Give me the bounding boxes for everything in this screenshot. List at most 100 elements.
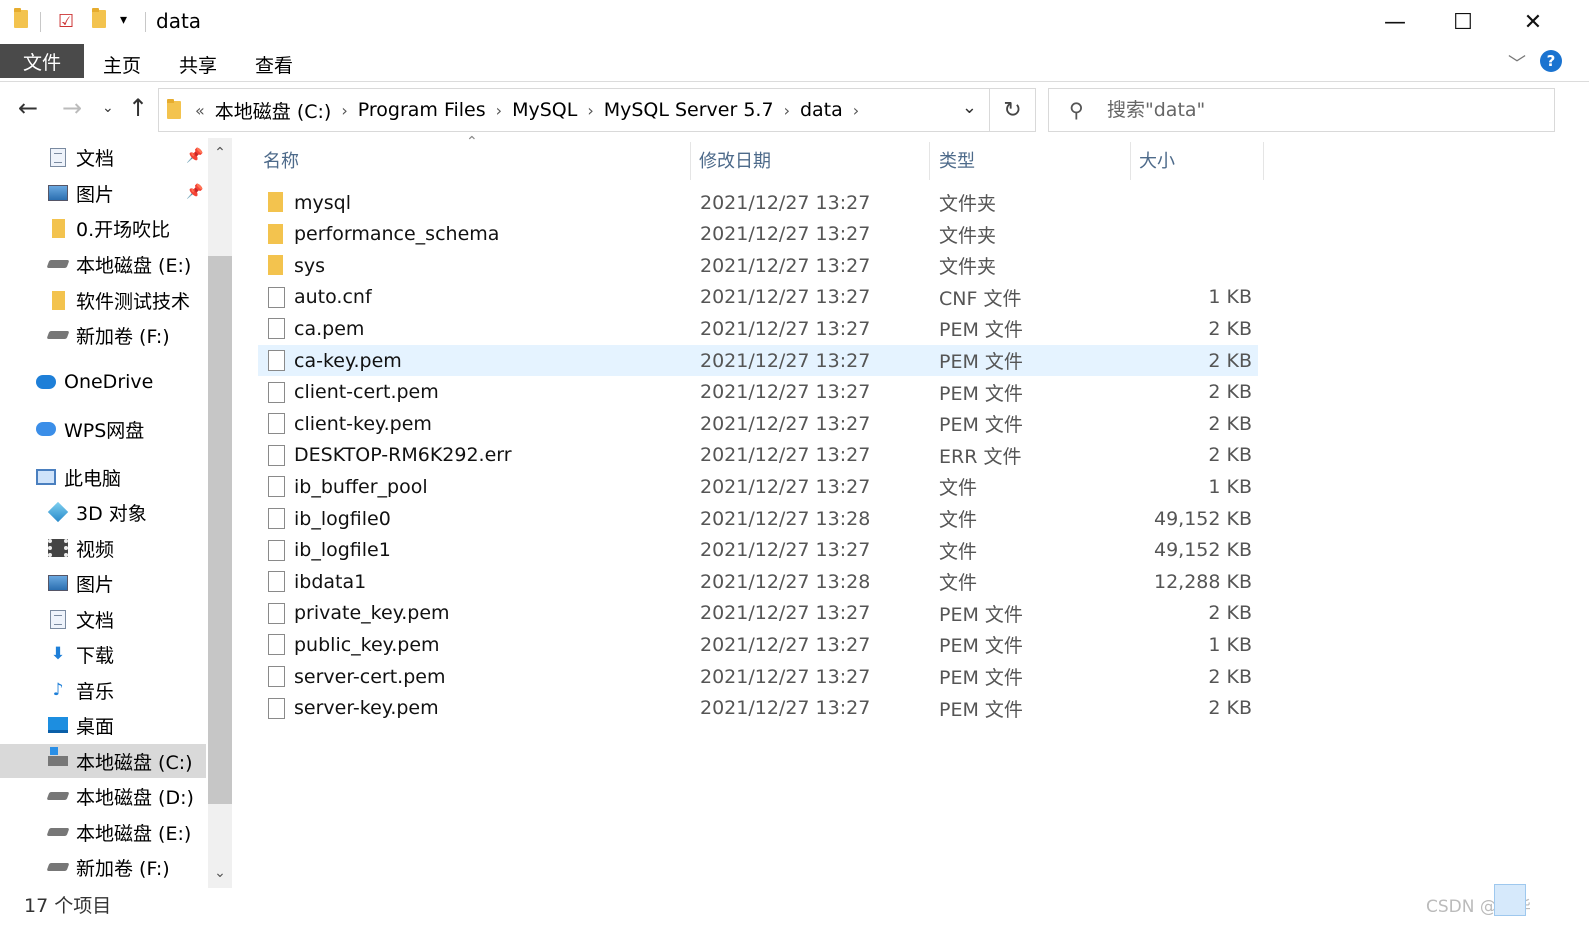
sidebar-item-drive-d[interactable]: 本地磁盘 (D:) (46, 779, 194, 813)
pin-icon[interactable]: 📌 (186, 148, 203, 164)
tab-home[interactable]: 主页 (100, 48, 144, 80)
status-bar: 17 个项目 CSDN @栖毕 (0, 884, 1589, 932)
sidebar-item-drive-e-quick[interactable]: 本地磁盘 (E:) (46, 247, 191, 281)
column-divider[interactable] (929, 142, 930, 180)
file-size: 1 KB (1208, 475, 1252, 498)
sidebar-item-wps-cloud[interactable]: WPS网盘 (36, 412, 144, 446)
properties-icon[interactable]: ☑ (58, 11, 74, 32)
file-row[interactable]: mysql 2021/12/27 13:27 文件夹 (258, 187, 1258, 218)
sidebar-item-desktop[interactable]: 桌面 (48, 708, 114, 742)
file-row[interactable]: server-key.pem 2021/12/27 13:27 PEM 文件 2 KB (258, 693, 1258, 724)
tab-view[interactable]: 查看 (252, 48, 296, 80)
file-row[interactable]: DESKTOP-RM6K292.err 2021/12/27 13:27 ERR 文… (258, 440, 1258, 471)
chevron-right-icon[interactable]: › (587, 101, 593, 120)
up-button[interactable]: ↑ (128, 94, 148, 122)
sidebar-item-music[interactable]: ♪ 音乐 (48, 673, 114, 707)
sidebar-item-folder-testing[interactable]: 软件测试技术 (48, 283, 190, 317)
scroll-up-icon[interactable]: ⌃ (208, 142, 232, 164)
file-type: PEM 文件 (939, 667, 1023, 689)
help-button[interactable]: ? (1540, 50, 1562, 72)
chevron-right-icon[interactable]: › (341, 101, 347, 120)
column-header-type[interactable]: 类型 (939, 140, 975, 180)
address-dropdown-icon[interactable]: ⌄ (962, 97, 977, 118)
breadcrumb-item-drive-c[interactable]: 本地磁盘 (C:) (215, 97, 332, 124)
sidebar-item-onedrive[interactable]: OneDrive (36, 365, 153, 399)
column-divider[interactable] (1130, 142, 1131, 180)
sort-ascending-icon: ⌃ (466, 134, 478, 150)
file-row[interactable]: public_key.pem 2021/12/27 13:27 PEM 文件 1 KB (258, 629, 1258, 660)
pin-icon[interactable]: 📌 (186, 184, 203, 200)
folder-icon (268, 192, 283, 212)
close-button[interactable]: ✕ (1498, 0, 1568, 44)
column-header-name[interactable]: 名称 (263, 140, 299, 180)
file-row[interactable]: server-cert.pem 2021/12/27 13:27 PEM 文件 2 K… (258, 661, 1258, 692)
sidebar-item-drive-c[interactable]: 本地磁盘 (C:) (0, 744, 206, 778)
file-icon (268, 508, 285, 529)
breadcrumb-item-mysql[interactable]: MySQL (512, 99, 577, 121)
sidebar-item-3d-objects[interactable]: 3D 对象 (47, 495, 147, 529)
sidebar-item-pictures-pinned[interactable]: 图片 (48, 176, 114, 210)
file-row[interactable]: auto.cnf 2021/12/27 13:27 CNF 文件 1 KB (258, 282, 1258, 313)
window-title: data (156, 9, 202, 33)
file-row[interactable]: sys 2021/12/27 13:27 文件夹 (258, 250, 1258, 281)
tab-file[interactable]: 文件 (0, 44, 84, 78)
breadcrumb-item-mysql-server[interactable]: MySQL Server 5.7 (604, 99, 774, 121)
file-row[interactable]: ibdata1 2021/12/27 13:28 文件 12,288 KB (258, 566, 1258, 597)
navigation-pane: 文档 📌 图片 📌 0.开场吹比 本地磁盘 (E:) 软件测试技术 新加卷 (F… (0, 138, 232, 888)
scroll-down-icon[interactable]: ⌄ (208, 862, 232, 884)
file-row[interactable]: ca.pem 2021/12/27 13:27 PEM 文件 2 KB (258, 313, 1258, 344)
file-row[interactable]: client-cert.pem 2021/12/27 13:27 PEM 文件 2 K… (258, 377, 1258, 408)
folder-icon (48, 290, 68, 310)
column-divider[interactable] (690, 142, 691, 180)
search-input[interactable] (1107, 99, 1507, 121)
sidebar-scrollbar-thumb[interactable] (208, 256, 232, 804)
details-view-button[interactable] (1494, 884, 1526, 916)
file-type: 文件 (939, 572, 978, 595)
search-box[interactable]: ⚲ (1048, 88, 1555, 132)
chevron-right-icon[interactable]: › (784, 101, 790, 120)
sidebar-item-videos[interactable]: 视频 (48, 531, 114, 565)
chevron-right-icon[interactable]: › (496, 101, 502, 120)
sidebar-item-drive-e[interactable]: 本地磁盘 (E:) (46, 815, 191, 849)
file-row[interactable]: performance_schema 2021/12/27 13:27 文件夹 (258, 219, 1258, 250)
forward-button[interactable]: → (62, 94, 82, 122)
new-folder-icon[interactable] (92, 8, 106, 28)
sidebar-item-documents[interactable]: 文档 (48, 602, 114, 636)
breadcrumb-item-data[interactable]: data (800, 99, 843, 121)
address-bar[interactable]: « 本地磁盘 (C:) › Program Files › MySQL › My… (158, 88, 990, 132)
file-type: 文件夹 (939, 224, 997, 247)
refresh-button[interactable]: ↻ (990, 88, 1036, 132)
file-row[interactable]: ib_logfile1 2021/12/27 13:27 文件 49,152 KB (258, 535, 1258, 566)
file-name: DESKTOP-RM6K292.err (294, 444, 512, 467)
column-header-date[interactable]: 修改日期 (699, 140, 771, 180)
sidebar-item-documents-pinned[interactable]: 文档 (48, 140, 114, 174)
file-modified-date: 2021/12/27 13:27 (700, 191, 871, 214)
file-row[interactable]: ib_logfile0 2021/12/27 13:28 文件 49,152 KB (258, 503, 1258, 534)
large-icons-view-button[interactable] (1530, 886, 1558, 914)
file-type: PEM 文件 (939, 351, 1023, 373)
column-header-size[interactable]: 大小 (1139, 140, 1175, 180)
column-divider[interactable] (1263, 142, 1264, 180)
file-row[interactable]: ca-key.pem 2021/12/27 13:27 PEM 文件 2 KB (258, 345, 1258, 376)
breadcrumb-overflow[interactable]: « (195, 101, 205, 120)
sidebar-item-this-pc[interactable]: 此电脑 (36, 460, 121, 494)
file-type: 文件夹 (939, 193, 997, 215)
sidebar-item-drive-f-quick[interactable]: 新加卷 (F:) (46, 318, 170, 352)
maximize-button[interactable]: ☐ (1428, 0, 1498, 44)
file-row[interactable]: private_key.pem 2021/12/27 13:27 PEM 文件 2 K… (258, 598, 1258, 629)
video-icon (48, 538, 68, 558)
chevron-right-icon[interactable]: › (853, 101, 859, 120)
minimize-button[interactable]: — (1360, 0, 1430, 44)
sidebar-item-folder-kaichang[interactable]: 0.开场吹比 (48, 211, 170, 245)
sidebar-item-downloads[interactable]: ⬇ 下载 (48, 637, 114, 671)
sidebar-item-drive-f[interactable]: 新加卷 (F:) (46, 850, 170, 884)
back-button[interactable]: ← (18, 94, 38, 122)
customize-quick-access-icon[interactable]: ▾ (120, 12, 127, 28)
breadcrumb-item-program-files[interactable]: Program Files (358, 99, 486, 121)
file-row[interactable]: client-key.pem 2021/12/27 13:27 PEM 文件 2 KB (258, 408, 1258, 439)
sidebar-item-pictures[interactable]: 图片 (48, 566, 114, 600)
recent-locations-button[interactable]: ⌄ (102, 100, 114, 116)
tab-share[interactable]: 共享 (176, 48, 220, 80)
expand-ribbon-icon[interactable]: ﹀ (1508, 50, 1526, 76)
file-row[interactable]: ib_buffer_pool 2021/12/27 13:27 文件 1 KB (258, 471, 1258, 502)
